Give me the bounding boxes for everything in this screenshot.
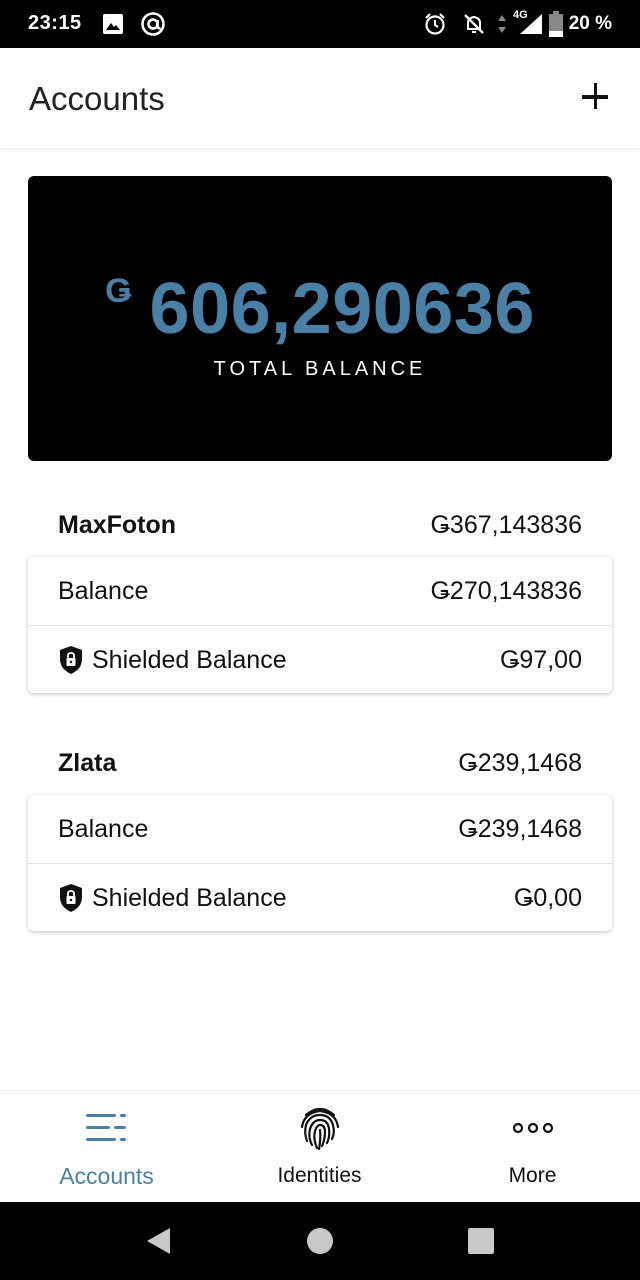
shield-lock-icon xyxy=(58,645,84,675)
image-notification-icon xyxy=(102,10,124,38)
total-balance-amount-row: Ǥ 606,290636 xyxy=(28,268,612,350)
add-account-button[interactable] xyxy=(580,80,614,114)
total-balance-amount: 606,290636 xyxy=(149,269,535,349)
system-navigation-bar xyxy=(0,1202,640,1280)
shielded-balance-label: Shielded Balance xyxy=(92,884,287,912)
app-header: Accounts xyxy=(0,48,640,148)
nav-item-more[interactable]: More xyxy=(426,1091,639,1203)
shielded-balance-row[interactable]: Shielded Balance Ǥ97,00 xyxy=(28,625,612,693)
account-total: Ǥ367,143836 xyxy=(430,511,582,539)
back-icon[interactable] xyxy=(144,1226,174,1256)
balance-label: Balance xyxy=(58,815,149,843)
nav-item-identities[interactable]: Identities xyxy=(213,1091,426,1203)
account-header[interactable]: Zlata Ǥ239,1468 xyxy=(28,729,612,795)
nav-label-identities: Identities xyxy=(277,1164,362,1187)
home-icon[interactable] xyxy=(305,1226,335,1256)
battery-icon xyxy=(549,10,563,38)
account-balances: Balance Ǥ270,143836 Shielded Balance Ǥ97… xyxy=(28,557,612,693)
cell-signal-icon xyxy=(518,10,544,38)
nav-item-accounts[interactable]: Accounts xyxy=(0,1091,213,1203)
account-card[interactable]: MaxFoton Ǥ367,143836 Balance Ǥ270,143836… xyxy=(28,491,612,693)
total-balance-card: Ǥ 606,290636 TOTAL BALANCE xyxy=(28,176,612,461)
data-arrows-icon xyxy=(497,10,507,38)
nav-label-more: More xyxy=(508,1164,557,1187)
total-balance-label: TOTAL BALANCE xyxy=(213,358,427,380)
account-card[interactable]: Zlata Ǥ239,1468 Balance Ǥ239,1468 Shield… xyxy=(28,729,612,931)
recents-icon[interactable] xyxy=(466,1226,496,1256)
battery-percent: 20 % xyxy=(568,13,612,34)
nav-label-accounts: Accounts xyxy=(59,1163,154,1189)
currency-symbol: Ǥ xyxy=(105,272,132,310)
balance-value: Ǥ270,143836 xyxy=(430,577,582,605)
more-dots-icon xyxy=(510,1105,556,1151)
at-sign-icon xyxy=(140,10,166,38)
fingerprint-icon xyxy=(297,1105,343,1151)
shielded-balance-value: Ǥ0,00 xyxy=(513,884,582,912)
shielded-balance-value: Ǥ97,00 xyxy=(499,646,582,674)
account-total: Ǥ239,1468 xyxy=(458,749,582,777)
account-balances: Balance Ǥ239,1468 Shielded Balance Ǥ0,00 xyxy=(28,795,612,931)
shielded-balance-row[interactable]: Shielded Balance Ǥ0,00 xyxy=(28,863,612,931)
balance-label: Balance xyxy=(58,577,149,605)
accounts-list-icon xyxy=(84,1105,130,1151)
status-time: 23:15 xyxy=(28,12,82,34)
alarm-icon xyxy=(423,10,447,38)
balance-row[interactable]: Balance Ǥ270,143836 xyxy=(28,557,612,625)
shield-lock-icon xyxy=(58,883,84,913)
account-header[interactable]: MaxFoton Ǥ367,143836 xyxy=(28,491,612,557)
notifications-off-icon xyxy=(462,10,486,38)
bottom-navigation: Accounts Identities More xyxy=(0,1090,640,1202)
status-bar: 23:15 4G 20 % xyxy=(0,0,640,48)
shielded-balance-label: Shielded Balance xyxy=(92,646,287,674)
page-title: Accounts xyxy=(29,80,165,117)
balance-value: Ǥ239,1468 xyxy=(458,815,582,843)
balance-row[interactable]: Balance Ǥ239,1468 xyxy=(28,795,612,863)
account-name: Zlata xyxy=(58,749,117,777)
account-name: MaxFoton xyxy=(58,511,177,539)
